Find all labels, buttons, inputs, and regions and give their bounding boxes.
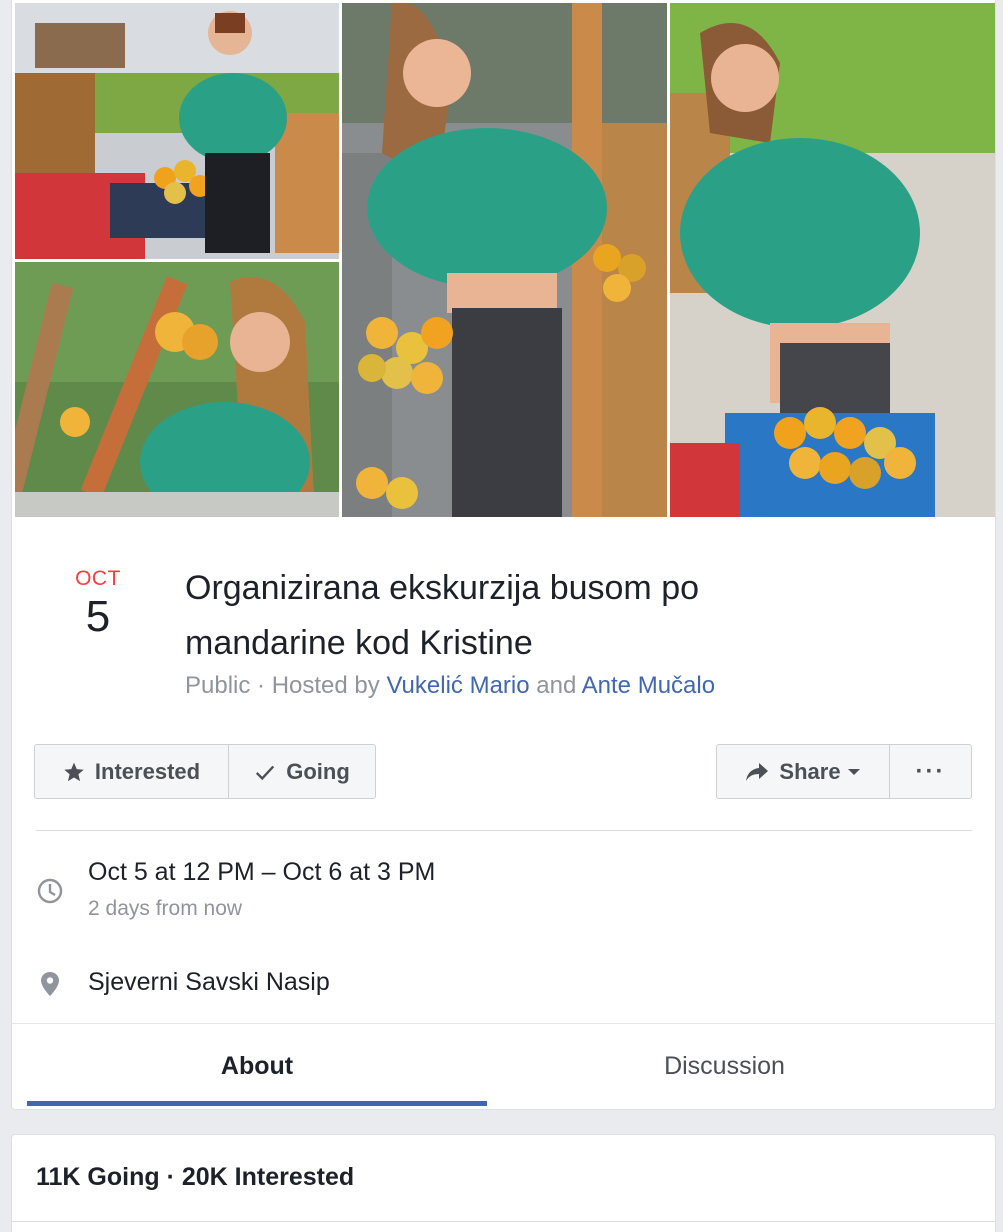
cover-photo-4[interactable] — [670, 3, 995, 517]
share-button-group: Share ··· — [716, 744, 972, 799]
check-icon — [254, 761, 276, 783]
host-link-2[interactable]: Ante Mučalo — [582, 672, 715, 699]
tab-about[interactable]: About — [27, 1024, 487, 1108]
host-link-1[interactable]: Vukelić Mario — [386, 672, 529, 699]
cover-photo-3[interactable] — [342, 3, 667, 517]
interested-button-label: Interested — [94, 758, 201, 784]
guest-counts[interactable]: 11K Going · 20K Interested — [36, 1163, 354, 1192]
event-privacy: Public — [185, 672, 251, 699]
star-icon — [63, 761, 85, 783]
stats-divider — [12, 1221, 995, 1222]
event-date-month: OCT — [75, 567, 121, 590]
event-date: OCT 5 — [52, 566, 144, 642]
event-location[interactable]: Sjeverni Savski Nasip — [88, 968, 330, 997]
share-arrow-icon — [745, 761, 769, 783]
event-time-relative: 2 days from now — [88, 897, 243, 920]
tab-discussion[interactable]: Discussion — [487, 1024, 962, 1108]
event-cover-photos[interactable] — [12, 0, 995, 518]
cover-photo-2[interactable] — [15, 262, 339, 517]
event-card: OCT 5 Organizirana ekskurzija busom po m… — [11, 0, 996, 1110]
interested-button[interactable]: Interested — [35, 745, 228, 798]
event-meta: Public · Hosted by Vukelić Mario and Ant… — [185, 672, 715, 700]
caret-down-icon — [847, 767, 861, 777]
event-date-day: 5 — [85, 592, 111, 641]
share-button-label: Share — [779, 758, 841, 784]
clock-icon — [36, 877, 64, 905]
meta-separator: · — [250, 672, 272, 699]
guest-stats-card: 11K Going · 20K Interested — [11, 1134, 996, 1232]
map-pin-icon — [36, 970, 64, 998]
cover-photo-1[interactable] — [15, 3, 339, 259]
event-title: Organizirana ekskurzija busom po mandari… — [185, 569, 700, 662]
going-button-label: Going — [286, 758, 350, 784]
host-conjunction: and — [529, 672, 582, 699]
rsvp-button-group: Interested Going — [34, 744, 376, 799]
more-options-button[interactable]: ··· — [889, 745, 971, 798]
active-tab-indicator — [27, 1101, 487, 1106]
share-button[interactable]: Share — [717, 745, 889, 798]
going-button[interactable]: Going — [228, 745, 375, 798]
event-time[interactable]: Oct 5 at 12 PM – Oct 6 at 3 PM — [88, 858, 435, 887]
hosted-by-label: Hosted by — [271, 672, 387, 699]
section-divider — [36, 830, 972, 831]
